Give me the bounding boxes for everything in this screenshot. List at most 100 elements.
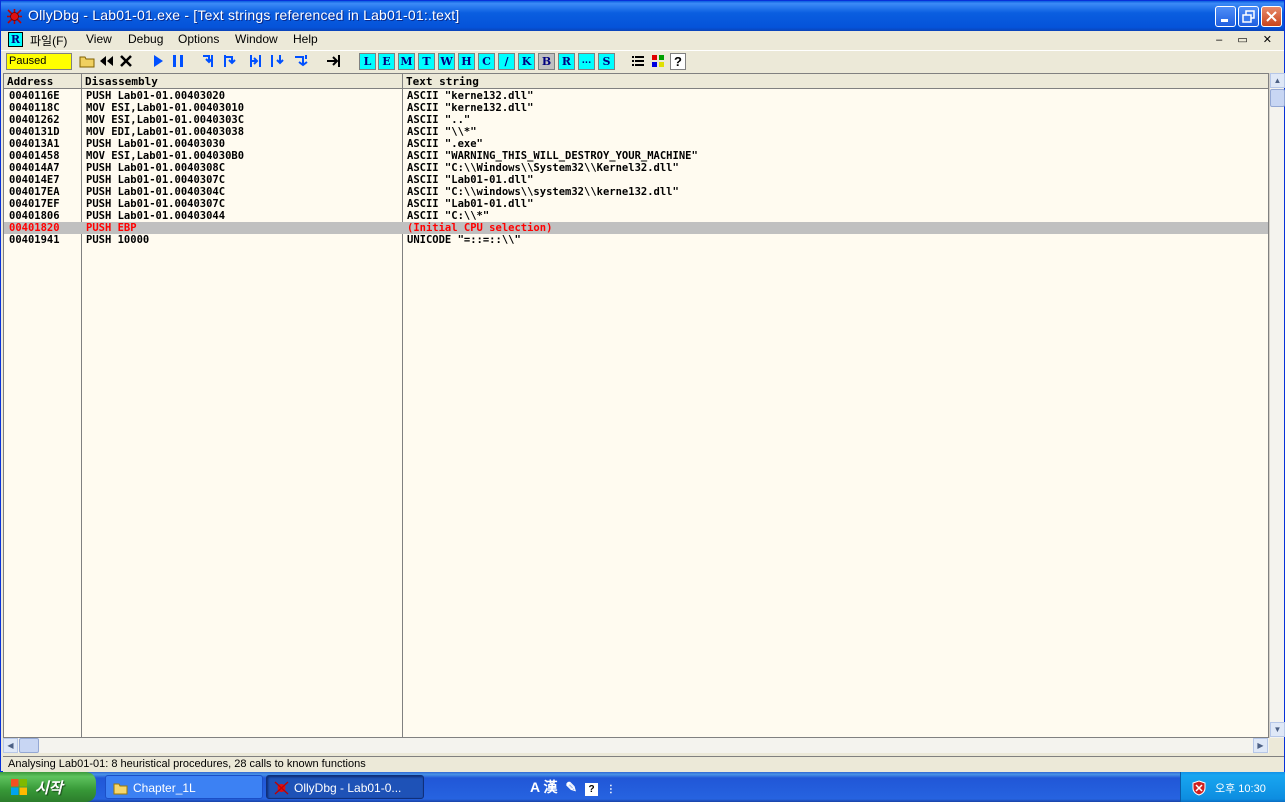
table-row[interactable]: 004014A7 PUSH Lab01-01.0040308C ASCII "C:\… [4, 162, 1268, 174]
breakpoints-window-button[interactable]: B [538, 53, 555, 70]
cell-text-string: ASCII ".exe" [407, 138, 483, 150]
cell-address: 0040118C [9, 102, 60, 114]
references-window-button[interactable]: R [558, 53, 575, 70]
table-row[interactable]: 00401820 PUSH EBP (Initial CPU selection) [4, 222, 1268, 234]
table-row[interactable]: 004017EF PUSH Lab01-01.0040307C ASCII "Lab… [4, 198, 1268, 210]
appearance-grid-icon[interactable] [650, 53, 666, 70]
cell-address: 00401806 [9, 210, 60, 222]
table-row[interactable]: 00401458 MOV ESI,Lab01-01.004030B0 ASCII "… [4, 150, 1268, 162]
system-tray: 오후 10:30 [1180, 772, 1285, 802]
start-button[interactable]: 시작 [0, 772, 96, 802]
windows-window-button[interactable]: W [438, 53, 455, 70]
table-row[interactable]: 00401941 PUSH 10000 UNICODE "=::=::\\" [4, 234, 1268, 246]
start-label: 시작 [35, 780, 63, 797]
vertical-scrollbar[interactable]: ▲ ▼ [1269, 73, 1285, 738]
cell-text-string: ASCII "Lab01-01.dll" [407, 198, 534, 210]
table-row[interactable]: 004013A1 PUSH Lab01-01.00403030 ASCII ".ex… [4, 138, 1268, 150]
ime-options-icon[interactable]: ⋮ [606, 784, 616, 795]
run-trace-window-button[interactable]: ... [578, 53, 595, 70]
cpu-window-button[interactable]: C [478, 53, 495, 70]
source-window-button[interactable]: S [598, 53, 615, 70]
open-folder-icon[interactable] [79, 53, 95, 70]
menu-debug[interactable]: Debug [128, 32, 163, 46]
column-header-text-string[interactable]: Text string [403, 74, 1268, 89]
log-window-button[interactable]: L [359, 53, 376, 70]
pause-icon[interactable] [170, 53, 186, 70]
text-strings-table: Address Disassembly Text string 0040116E… [3, 73, 1269, 738]
table-body: 0040116E PUSH Lab01-01.00403020 ASCII "ker… [4, 90, 1268, 246]
close-button[interactable] [1261, 6, 1282, 27]
folder-icon [113, 783, 128, 795]
scroll-down-arrow-icon[interactable]: ▼ [1270, 722, 1285, 737]
list-options-icon[interactable] [630, 53, 646, 70]
cell-disassembly: PUSH Lab01-01.0040304C [86, 186, 226, 198]
taskbar-item-chapter[interactable]: Chapter_1L [105, 775, 263, 799]
cell-text-string: (Initial CPU selection) [407, 222, 553, 234]
column-header-disassembly[interactable]: Disassembly [82, 74, 403, 89]
cell-text-string: ASCII "\\*" [407, 126, 477, 138]
windows-logo-icon [11, 779, 27, 795]
go-to-icon[interactable] [326, 53, 342, 70]
taskbar-item-label: OllyDbg - Lab01-0... [294, 781, 402, 795]
menu-view[interactable]: View [86, 32, 112, 46]
security-shield-icon[interactable] [1191, 780, 1207, 796]
table-row[interactable]: 00401262 MOV ESI,Lab01-01.0040303C ASCII "… [4, 114, 1268, 126]
horizontal-scrollbar[interactable]: ◀ ▶ [3, 738, 1269, 753]
restore-button[interactable] [1238, 6, 1259, 27]
execute-till-return-icon[interactable] [293, 53, 309, 70]
trace-into-icon[interactable] [248, 53, 264, 70]
cell-address: 004017EA [9, 186, 60, 198]
ime-tool-icon[interactable]: ✎ [565, 779, 577, 795]
table-row[interactable]: 0040118C MOV ESI,Lab01-01.00403010 ASCII "… [4, 102, 1268, 114]
table-row[interactable]: 0040131D MOV EDI,Lab01-01.00403038 ASCII "… [4, 126, 1268, 138]
window-title: OllyDbg - Lab01-01.exe - [Text strings r… [28, 7, 460, 23]
table-row[interactable]: 004014E7 PUSH Lab01-01.0040307C ASCII "Lab… [4, 174, 1268, 186]
column-header-address[interactable]: Address [4, 74, 82, 89]
scroll-left-arrow-icon[interactable]: ◀ [3, 738, 18, 753]
table-row[interactable]: 00401806 PUSH Lab01-01.00403044 ASCII "C:\… [4, 210, 1268, 222]
cell-disassembly: MOV ESI,Lab01-01.004030B0 [86, 150, 245, 162]
memory-window-button[interactable]: M [398, 53, 415, 70]
minimize-button[interactable] [1215, 6, 1236, 27]
close-program-icon[interactable] [118, 53, 134, 70]
cell-disassembly: MOV EDI,Lab01-01.00403038 [86, 126, 245, 138]
vertical-scroll-thumb[interactable] [1270, 89, 1285, 107]
scroll-right-arrow-icon[interactable]: ▶ [1253, 738, 1268, 753]
scroll-up-arrow-icon[interactable]: ▲ [1270, 73, 1285, 88]
toolbar: Paused L E M T W H C / K B R ... S ? [1, 50, 1284, 72]
ime-language-bar[interactable]: A 漢 ✎ ? ⋮ [530, 777, 616, 797]
close-icon [1266, 11, 1277, 22]
ime-mode[interactable]: A 漢 [530, 779, 557, 795]
menu-file[interactable]: 파일(F) [30, 32, 67, 49]
clock[interactable]: 오후 10:30 [1215, 780, 1266, 796]
r-icon[interactable]: R [8, 32, 23, 47]
mdi-child-controls[interactable]: – ▭ ✕ [1216, 33, 1278, 46]
taskbar-item-ollydbg[interactable]: OllyDbg - Lab01-0... [266, 775, 424, 799]
main-window: OllyDbg - Lab01-01.exe - [Text strings r… [0, 0, 1285, 772]
table-row[interactable]: 004017EA PUSH Lab01-01.0040304C ASCII "C:\… [4, 186, 1268, 198]
trace-over-icon[interactable] [268, 53, 284, 70]
menu-help[interactable]: Help [293, 32, 318, 46]
table-row[interactable]: 0040116E PUSH Lab01-01.00403020 ASCII "ker… [4, 90, 1268, 102]
rewind-icon[interactable] [98, 53, 114, 70]
step-into-icon[interactable] [201, 53, 217, 70]
cell-text-string: ASCII "C:\\*" [407, 210, 490, 222]
help-icon[interactable]: ? [670, 53, 686, 70]
debug-status: Paused [6, 53, 72, 70]
horizontal-scroll-thumb[interactable] [19, 738, 39, 753]
menu-options[interactable]: Options [178, 32, 219, 46]
handles-window-button[interactable]: H [458, 53, 475, 70]
threads-window-button[interactable]: T [418, 53, 435, 70]
modules-window-button[interactable]: E [378, 53, 395, 70]
patches-window-button[interactable]: / [498, 53, 515, 70]
cell-disassembly: PUSH Lab01-01.00403030 [86, 138, 226, 150]
ime-help-icon[interactable]: ? [585, 783, 598, 796]
step-over-icon[interactable] [221, 53, 237, 70]
cell-text-string: ASCII "C:\\windows\\system32\\kerne132.d… [407, 186, 679, 198]
run-icon[interactable] [150, 53, 166, 70]
title-bar[interactable]: OllyDbg - Lab01-01.exe - [Text strings r… [1, 1, 1284, 31]
taskbar-item-label: Chapter_1L [133, 781, 196, 795]
table-header: Address Disassembly Text string [4, 74, 1268, 89]
call-stack-window-button[interactable]: K [518, 53, 535, 70]
menu-window[interactable]: Window [235, 32, 278, 46]
